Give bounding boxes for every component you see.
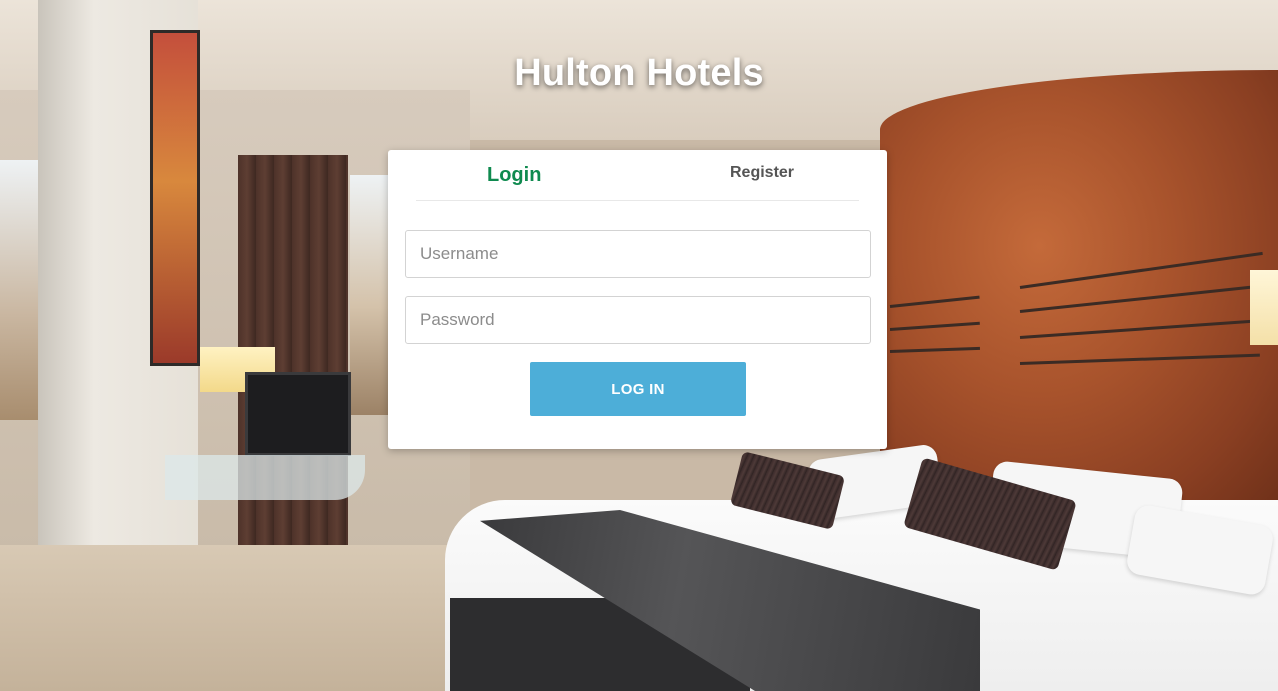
- auth-card: Login Register LOG IN: [388, 150, 887, 449]
- television: [245, 372, 351, 456]
- username-input[interactable]: [405, 230, 871, 278]
- login-button[interactable]: LOG IN: [530, 362, 746, 416]
- glass-desk: [165, 455, 365, 500]
- tab-register[interactable]: Register: [730, 164, 794, 182]
- password-input[interactable]: [405, 296, 871, 344]
- brand-title: Hulton Hotels: [514, 52, 764, 94]
- window-left: [0, 160, 40, 420]
- auth-tabs: Login Register: [416, 150, 859, 201]
- wall-lamp: [1250, 270, 1278, 345]
- window-center: [350, 175, 392, 415]
- tab-login[interactable]: Login: [487, 164, 541, 187]
